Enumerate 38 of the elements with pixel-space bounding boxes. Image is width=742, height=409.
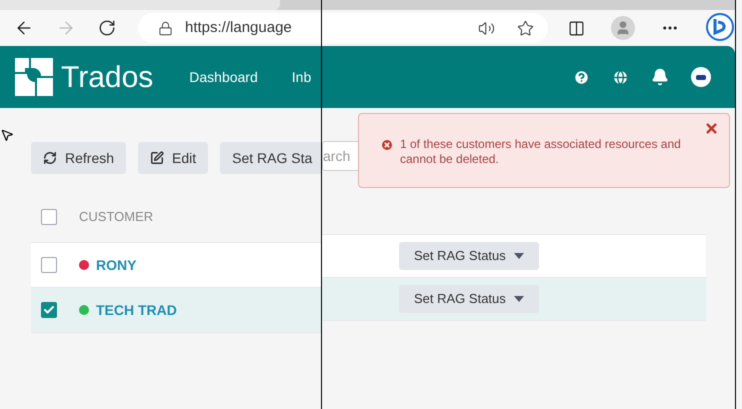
lock-icon [158, 20, 173, 36]
bell-icon[interactable] [651, 68, 669, 86]
table-row[interactable]: Set RAG Status [322, 278, 706, 321]
rag-status-dropdown[interactable]: Set RAG Status [399, 242, 539, 270]
checkbox[interactable] [41, 257, 57, 273]
checkbox[interactable] [41, 209, 57, 225]
edit-icon [150, 151, 164, 165]
checkbox[interactable] [41, 302, 57, 318]
nav-link[interactable]: Dashboard [189, 66, 258, 88]
brand-name: Trados [61, 60, 154, 96]
address-bar[interactable]: https://language [138, 13, 321, 43]
column-header: CUSTOMER [79, 208, 154, 226]
toolbar-button[interactable]: Refresh [31, 142, 126, 174]
caret-icon [514, 253, 524, 259]
chat-bubble-icon[interactable] [705, 13, 735, 43]
cursor-icon [0, 128, 14, 142]
close-icon[interactable] [704, 121, 719, 136]
refresh-icon [43, 151, 57, 165]
reload-icon[interactable] [98, 19, 116, 37]
read-aloud-icon[interactable] [478, 20, 495, 36]
check-icon [43, 304, 55, 316]
error-icon [380, 138, 394, 152]
toolbar-button[interactable]: Set RAG Sta [220, 142, 321, 174]
caret-icon [514, 296, 524, 302]
table-row[interactable]: Set RAG Status [322, 235, 706, 278]
error-message: 1 of these customers have associated resources and cannot be deleted. [400, 137, 682, 167]
split-screen-icon[interactable] [568, 20, 585, 36]
logo-icon [15, 58, 53, 96]
help-icon[interactable] [573, 68, 590, 86]
avatar-icon[interactable] [691, 67, 711, 87]
globe-icon[interactable] [612, 68, 629, 86]
toolbar-button[interactable]: Edit [138, 142, 208, 174]
star-icon[interactable] [517, 20, 534, 36]
customer-link[interactable]: RONY [96, 254, 136, 276]
table-row[interactable]: RONY [31, 243, 321, 288]
rag-status-dropdown[interactable]: Set RAG Status [399, 285, 539, 313]
nav-link[interactable]: Inb [292, 66, 312, 88]
profile-icon[interactable] [611, 16, 635, 40]
